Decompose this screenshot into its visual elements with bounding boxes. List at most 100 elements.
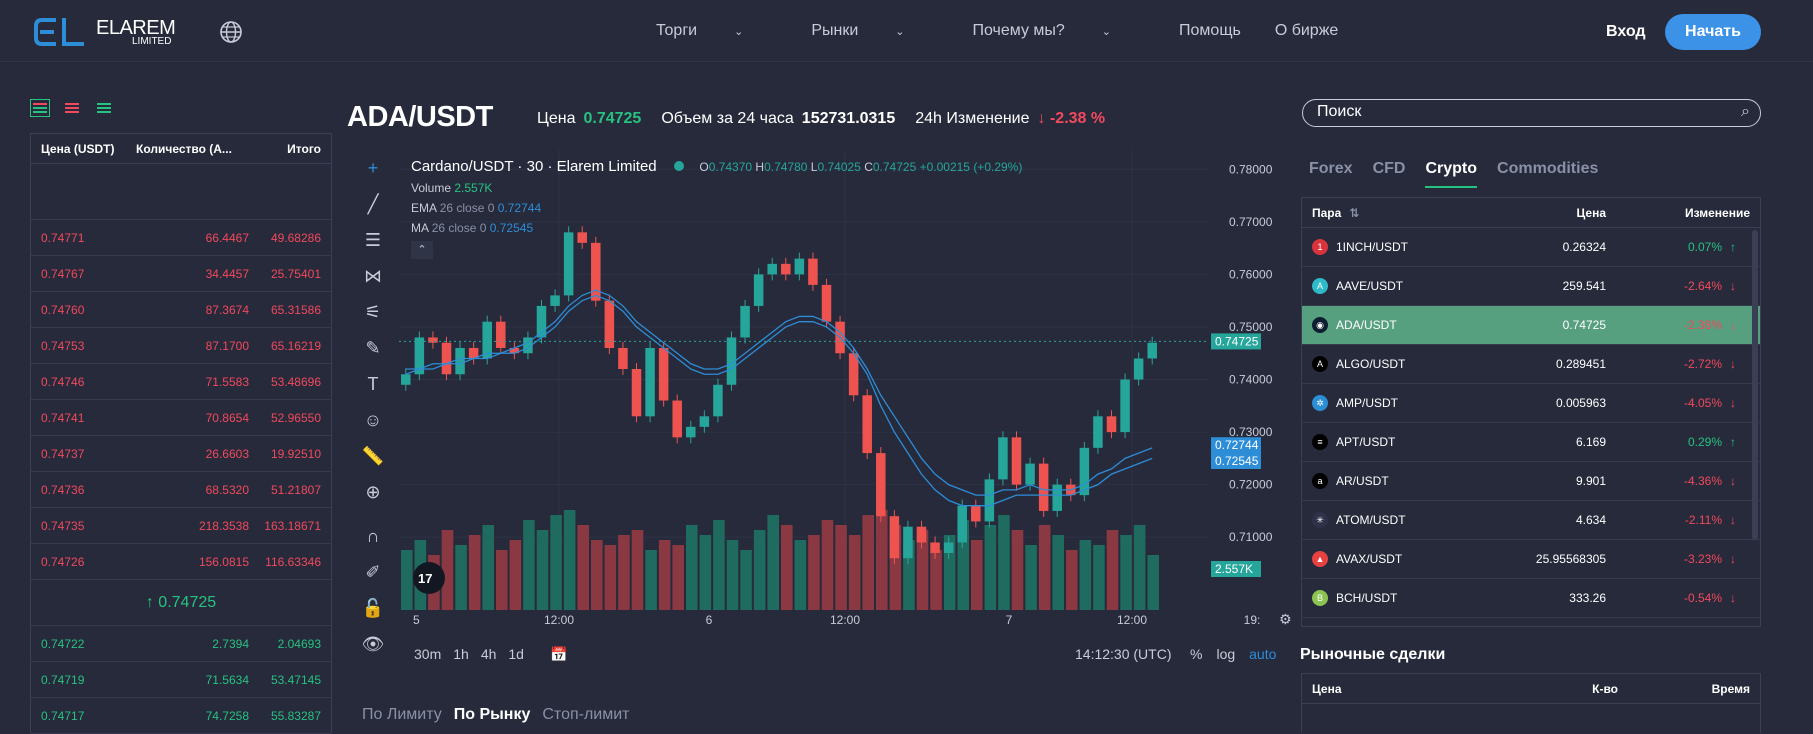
logo[interactable]: ELAREM LIMITED [34,16,176,48]
ohlc-part: 0.74725 [872,160,920,174]
y-tick-label: 0.77000 [1229,215,1273,229]
ob-total: 116.63346 [265,554,321,569]
ema-legend-value: 0.72744 [497,201,542,215]
ask-row[interactable]: 0.74767 34.4457 25.75401 [31,256,331,292]
log-toggle[interactable]: log [1216,646,1235,662]
volume-bar [482,525,494,610]
ask-row[interactable]: 0.74726 156.0815 116.63346 [31,544,331,580]
market-row[interactable]: A ALGO/USDT 0.289451 -2.72% ↓ [1302,345,1760,384]
ema-axis-label: 0.72744 [1215,438,1259,452]
search-icon[interactable]: ⌕ [1741,103,1750,121]
auto-toggle[interactable]: auto [1249,646,1276,662]
ask-row[interactable]: 0.74771 66.4467 49.68286 [31,220,331,256]
trades-col-price: Цена [1312,681,1342,696]
ruler-icon[interactable]: 📏 [347,438,399,474]
nav-trading[interactable]: Торги ⌄ [656,22,777,40]
pair-search[interactable]: Поиск ⌕ [1302,99,1761,127]
price-chart[interactable]: + ╱ ☰ ⋈ ⚟ ✎ T ☺ 📏 ⊕ ∩ ✐ 🔓 👁 0.78000 0.770… [347,150,1292,670]
prediction-icon[interactable]: ⚟ [347,294,399,330]
nav-help[interactable]: Помощь [1179,22,1241,40]
trades-col-time: Время [1711,681,1750,696]
market-row[interactable]: ≡ APT/USDT 6.169 0.29% ↑ [1302,423,1760,462]
x-tick-label: 7 [1006,613,1013,627]
tab-forex[interactable]: Forex [1309,160,1353,188]
interval-1d[interactable]: 1d [508,646,524,663]
start-button[interactable]: Начать [1665,14,1761,50]
market-row[interactable]: ▲ AVAX/USDT 25.95568305 -3.23% ↓ [1302,540,1760,579]
candle [740,305,750,338]
ticker-bar: Цена 0.74725 Объем за 24 часа 152731.031… [537,110,1105,128]
orderbook-mid-price: ↑ 0.74725 [31,580,331,626]
market-row[interactable]: 1 1INCH/USDT 0.26324 0.07% ↑ [1302,228,1760,267]
market-price: 0.005963 [1555,396,1606,410]
ohlc-part: O [699,160,709,174]
interval-1h[interactable]: 1h [453,646,469,663]
market-row[interactable]: ◉ ADA/USDT 0.74725 -2.38% ↓ [1302,306,1760,345]
volume-bar [821,520,834,610]
tab-cfd[interactable]: CFD [1373,160,1406,188]
market-row[interactable]: a AR/USDT 9.901 -4.36% ↓ [1302,462,1760,501]
ema-legend-params: 26 close 0 [439,201,495,215]
nav-why-us[interactable]: Почему мы? ⌄ [972,22,1145,40]
volume-bar [604,545,617,610]
ask-row[interactable]: 0.74746 71.5583 53.48696 [31,364,331,400]
ask-row[interactable]: 0.74741 70.8654 52.96550 [31,400,331,436]
tab-crypto[interactable]: Crypto [1425,160,1478,188]
trend-line-icon[interactable]: ╱ [347,186,399,222]
ask-row[interactable]: 0.74760 87.3674 65.31586 [31,292,331,328]
nav-why-us-label: Почему мы? [972,22,1065,39]
nav-markets[interactable]: Рынки ⌄ [811,22,938,40]
ob-total: 2.04693 [277,636,321,651]
scrollbar[interactable] [1752,230,1758,540]
tab-commodities[interactable]: Commodities [1497,160,1598,188]
horizontal-lines-icon[interactable]: ☰ [347,222,399,258]
ask-row[interactable]: 0.74737 26.6603 19.92510 [31,436,331,472]
orderbook-bids-icon[interactable] [94,99,114,117]
collapse-legend-icon[interactable]: ⌃ [411,241,433,259]
text-icon[interactable]: T [347,366,399,402]
volume-bar [468,535,481,610]
login-link[interactable]: Вход [1606,23,1646,41]
tab-limit[interactable]: По Лимиту [362,706,442,724]
lock-drawing-icon[interactable]: ✐ [347,554,399,590]
emoji-icon[interactable]: ☺ [347,402,399,438]
orderbook-both-icon[interactable] [30,99,50,117]
magnet-icon[interactable]: ∩ [347,518,399,554]
ask-row[interactable]: 0.74735 218.3538 163.18671 [31,508,331,544]
candle [428,337,438,343]
pattern-icon[interactable]: ⋈ [347,258,399,294]
x-tick-label: 12:00 [1117,613,1147,627]
interval-30m[interactable]: 30m [414,646,441,663]
bid-row[interactable]: 0.74719 71.5634 53.47145 [31,662,331,698]
chevron-down-icon: ⌄ [895,26,905,38]
chevron-down-icon: ⌄ [734,26,744,38]
ask-row[interactable]: 0.74736 68.5320 51.21807 [31,472,331,508]
bid-row[interactable]: 0.74722 2.7394 2.04693 [31,626,331,662]
interval-4h[interactable]: 4h [481,646,497,663]
zoom-icon[interactable]: ⊕ [347,474,399,510]
percent-toggle[interactable]: % [1190,646,1202,662]
tab-market[interactable]: По Рынку [454,706,531,724]
bid-row[interactable]: 0.74717 74.7258 55.83287 [31,698,331,734]
orderbook-asks-icon[interactable] [62,99,82,117]
orderbook-empty-row [31,164,331,220]
ob-price: 0.74717 [41,708,85,723]
ask-row[interactable]: 0.74753 87.1700 65.16219 [31,328,331,364]
eye-icon[interactable]: 👁 [347,626,399,662]
globe-icon[interactable] [219,20,243,44]
date-range-icon[interactable]: 📅 [550,646,567,663]
crosshair-icon[interactable]: + [347,150,399,186]
price-value: 0.74725 [583,110,642,127]
brush-icon[interactable]: ✎ [347,330,399,366]
tab-stop-limit[interactable]: Стоп-лимит [542,706,629,724]
market-row[interactable]: A AAVE/USDT 259.541 -2.64% ↓ [1302,267,1760,306]
market-row[interactable]: B BCH/USDT 333.26 -0.54% ↓ [1302,579,1760,618]
nav-about[interactable]: О бирже [1275,22,1339,40]
market-row[interactable]: ✳ ATOM/USDT 4.634 -2.11% ↓ [1302,501,1760,540]
market-price: 259.541 [1562,279,1606,293]
market-row[interactable]: ✲ AMP/USDT 0.005963 -4.05% ↓ [1302,384,1760,423]
lock-icon[interactable]: 🔓 [347,590,399,626]
y-tick-label: 0.73000 [1229,425,1273,439]
col-pair[interactable]: Пара ⇅ [1312,206,1482,220]
market-pair: A ALGO/USDT [1312,356,1482,372]
